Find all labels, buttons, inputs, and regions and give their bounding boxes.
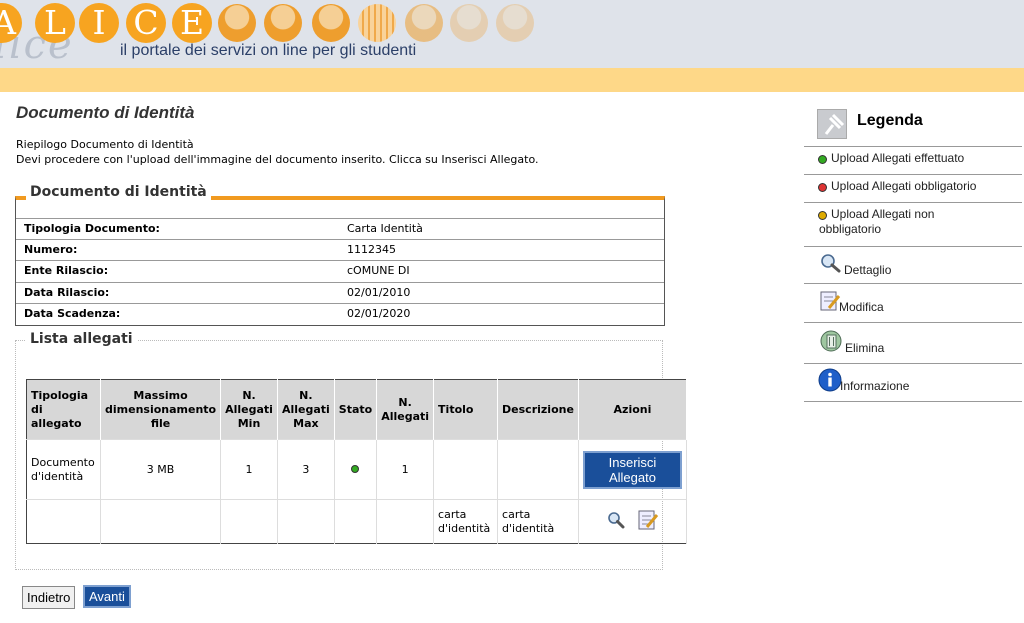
field-label: Data Scadenza: [24,307,121,320]
student-face-icon [450,4,488,42]
cell-empty [376,499,435,544]
next-button[interactable]: Avanti [83,585,131,608]
university-building-icon [358,4,396,42]
cell-max: 3 [277,439,335,500]
cell-empty [277,499,335,544]
legend-action-elimina: Elimina [804,322,1022,363]
field-value: 1112345 [347,243,396,256]
inserisci-allegato-button[interactable]: Inserisci Allegato [582,450,682,489]
cell-descrizione [497,439,579,500]
column-header-min: N. Allegati Min [220,379,278,440]
document-field-row: Tipologia Documento: Carta Identità [16,218,664,239]
intro-line: Devi procedere con l'upload dell'immagin… [16,153,539,166]
column-header-descrizione: Descrizione [497,379,579,440]
student-face-icon [218,4,256,42]
pin-icon [817,109,847,139]
column-header-n-allegati: N. Allegati [376,379,435,440]
logo-letter-c: C [126,3,166,43]
attachments-table: Tipologia di allegato Massimo dimensiona… [26,379,688,544]
legend-action-label: Dettaglio [844,263,892,277]
document-fieldset-legend: Documento di Identità [26,184,211,200]
site-header: lice A L I C E il portale dei servizi on… [0,0,1024,68]
legend-action-dettaglio: Dettaglio [804,246,1022,283]
cell-n-allegati: 1 [376,439,435,500]
attachments-fieldset-legend: Lista allegati [26,331,137,347]
logo-letter-i: I [79,3,119,43]
column-header-titolo: Titolo [433,379,499,440]
column-header-tipologia: Tipologia di allegato [26,379,101,440]
student-face-icon [264,4,302,42]
document-field-row: Numero: 1112345 [16,239,664,260]
field-value: cOMUNE DI [347,264,410,277]
document-field-row: Ente Rilascio: cOMUNE DI [16,260,664,281]
site-tagline: il portale dei servizi on line per gli s… [120,42,417,59]
trash-icon [819,329,845,356]
info-icon [818,368,842,395]
back-button[interactable]: Indietro [22,586,76,609]
legend-item-required: Upload Allegati obbligatorio [804,174,1022,202]
table-row: Documento d'identità 3 MB 1 3 1 Inserisc… [26,439,688,500]
status-dot-icon [818,155,827,164]
legend-item-uploaded: Upload Allegati effettuato [804,146,1022,174]
edit-icon[interactable] [637,509,659,535]
field-label: Tipologia Documento: [24,222,160,235]
cell-empty [100,499,222,544]
student-face-icon [405,4,443,42]
cell-min: 1 [220,439,278,500]
table-header-row: Tipologia di allegato Massimo dimensiona… [26,379,688,440]
column-header-stato: Stato [334,379,378,440]
student-face-icon [496,4,534,42]
column-header-azioni: Azioni [578,379,688,440]
intro-line: Riepilogo Documento di Identità [16,138,194,151]
field-value: 02/01/2010 [347,286,411,299]
cell-stato [334,439,378,500]
document-field-row: Data Scadenza: 02/01/2020 [16,303,664,324]
header-orange-band [0,68,1024,92]
field-value: 02/01/2020 [347,307,411,320]
magnifier-icon[interactable] [606,511,626,533]
cell-empty [334,499,378,544]
field-label: Ente Rilascio: [24,264,109,277]
cell-empty [26,499,101,544]
cell-massimo: 3 MB [100,439,222,500]
cell-titolo [433,439,499,500]
legend-item-label: Upload Allegati non obbligatorio [819,207,935,236]
legend-action-label: Elimina [845,341,885,355]
cell-empty [220,499,278,544]
field-label: Numero: [24,243,78,256]
legend-item-label: Upload Allegati effettuato [831,151,965,165]
edit-icon [819,290,841,315]
legend-action-label: Modifica [839,300,884,314]
legend-action-informazione: Informazione [804,363,1022,402]
table-row: carta d'identità carta d'identità [26,499,688,544]
status-dot-icon [818,183,827,192]
cell-azioni: Inserisci Allegato [578,439,688,500]
legend-item-optional: Upload Allegati non obbligatorio [804,202,1022,246]
page-title: Documento di Identità [16,103,195,122]
legend-title: Legenda [857,112,923,129]
legend-item-label: Upload Allegati obbligatorio [831,179,977,193]
column-header-max: N. Allegati Max [277,379,335,440]
column-header-massimo: Massimo dimensionamento file [100,379,222,440]
cell-tipologia: Documento d'identità [26,439,101,500]
document-field-row: Data Rilascio: 02/01/2010 [16,282,664,303]
cell-descrizione: carta d'identità [497,499,579,544]
student-face-icon [312,4,350,42]
magnifier-icon [820,253,842,276]
legend-action-label: Informazione [840,379,910,393]
status-dot-icon [351,464,360,473]
logo-letter-e: E [172,3,212,43]
cell-azioni [578,499,688,544]
cell-titolo: carta d'identità [433,499,499,544]
field-value: Carta Identità [347,222,423,235]
legend-action-modifica: Modifica [804,283,1022,322]
logo-letter-l: L [35,3,75,43]
field-label: Data Rilascio: [24,286,110,299]
intro-text: Riepilogo Documento di Identità Devi pro… [16,137,538,167]
